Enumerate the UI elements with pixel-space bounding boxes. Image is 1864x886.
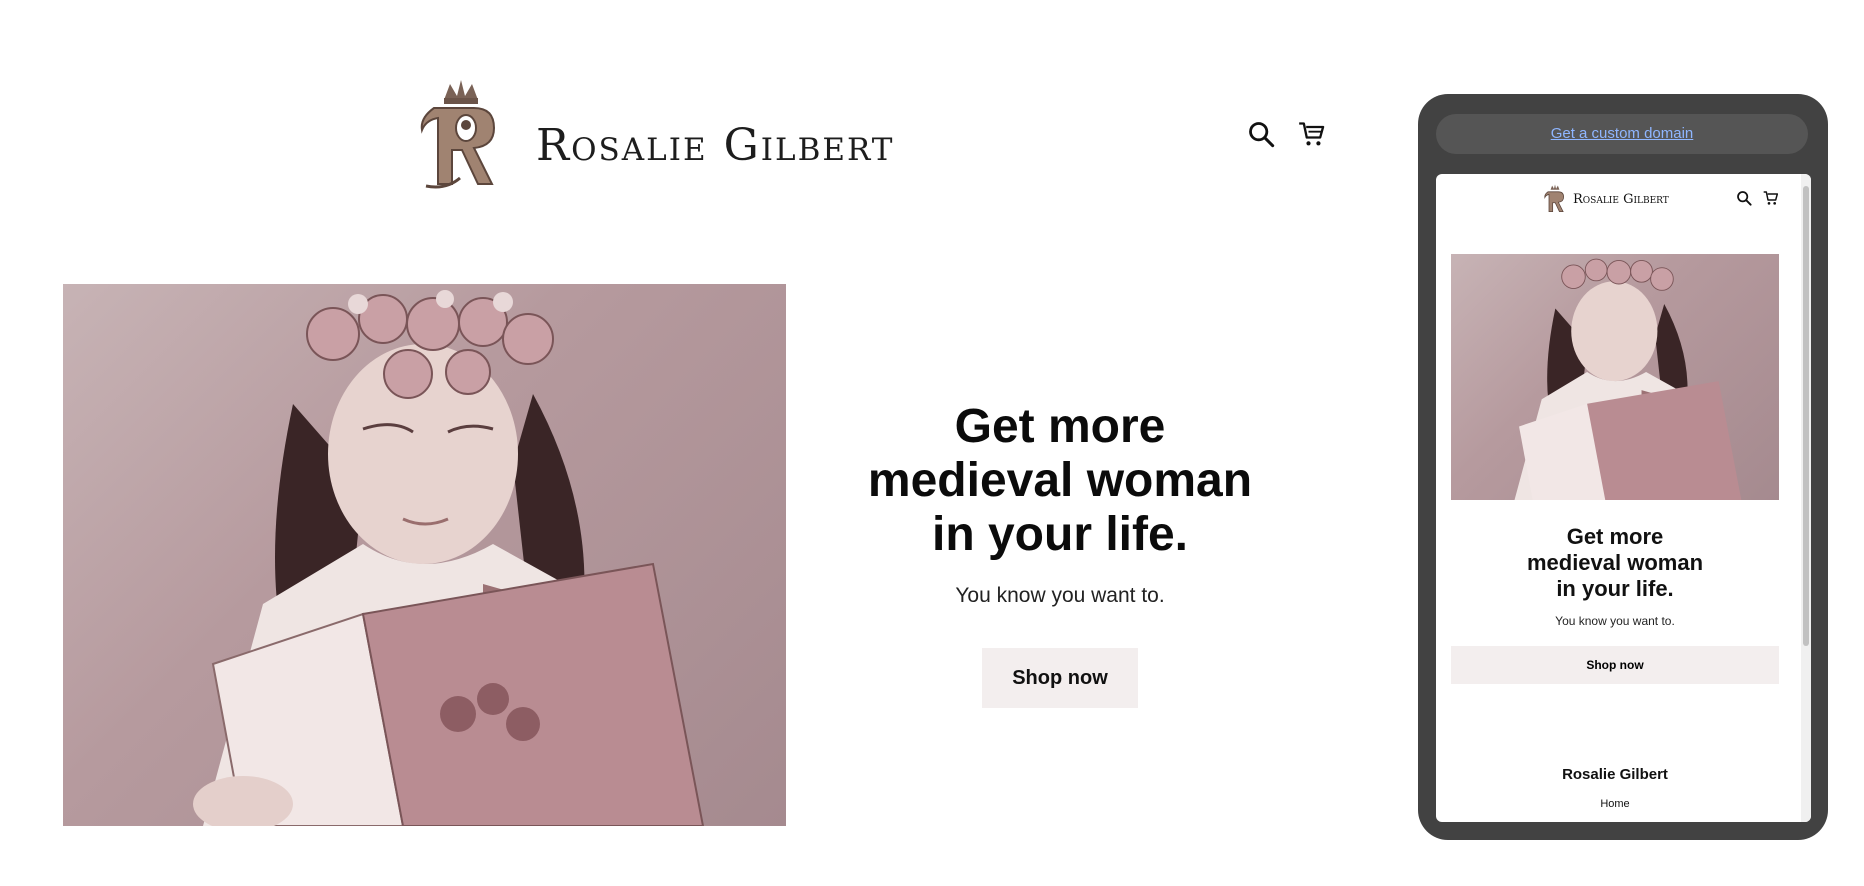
custom-domain-bar: Get a custom domain — [1436, 114, 1808, 154]
hero-title: Get more medieval woman in your life. — [860, 400, 1260, 562]
desktop-preview: Rosalie Gilbert Get more medieval woman … — [0, 0, 1400, 886]
mobile-preview-frame: Get a custom domain Rosalie Gilbert Get … — [1418, 94, 1828, 840]
mobile-footer-brand: Rosalie Gilbert — [1562, 766, 1668, 783]
mobile-scrollbar[interactable] — [1801, 174, 1811, 822]
shop-now-button[interactable]: Shop now — [982, 648, 1138, 708]
hero-title-line: in your life. — [931, 508, 1189, 561]
mobile-screen[interactable]: Rosalie Gilbert Get more medieval woman … — [1436, 174, 1811, 822]
hero-subtitle: You know you want to. — [955, 584, 1165, 607]
scrollbar-thumb[interactable] — [1803, 186, 1809, 646]
hero-image — [63, 284, 786, 826]
site-header: Rosalie Gilbert — [0, 70, 1400, 200]
cart-icon[interactable] — [1298, 120, 1326, 148]
search-icon[interactable] — [1736, 190, 1752, 206]
mobile-footer-home-link[interactable]: Home — [1451, 798, 1779, 810]
hero-photo-illustration — [1514, 258, 1742, 500]
site-logo[interactable]: Rosalie Gilbert — [416, 78, 894, 193]
logo-wordmark: Rosalie Gilbert — [536, 120, 895, 171]
mobile-logo-wordmark: Rosalie Gilbert — [1573, 191, 1669, 207]
search-icon[interactable] — [1247, 120, 1275, 148]
mobile-hero-title-line: Get more — [1566, 524, 1664, 549]
r-monogram-icon — [420, 80, 496, 189]
custom-domain-link[interactable]: Get a custom domain — [1551, 125, 1694, 142]
hero-photo-illustration — [193, 290, 705, 826]
r-monogram-icon — [1544, 184, 1565, 213]
mobile-hero-title-line: in your life. — [1556, 576, 1674, 601]
hero-title-line: Get more — [954, 400, 1166, 453]
mobile-hero-image — [1451, 254, 1779, 500]
mobile-shop-now-button[interactable]: Shop now — [1451, 646, 1779, 684]
mobile-hero-text: Get more medieval woman in your life. Yo… — [1451, 524, 1779, 684]
cart-icon[interactable] — [1763, 190, 1779, 206]
hero-title-line: medieval woman — [867, 454, 1253, 507]
mobile-hero-subtitle: You know you want to. — [1555, 614, 1675, 628]
mobile-hero-title: Get more medieval woman in your life. — [1451, 524, 1779, 602]
mobile-hero-title-line: medieval woman — [1526, 550, 1704, 575]
hero-text-block: Get more medieval woman in your life. Yo… — [860, 400, 1260, 708]
mobile-site-logo[interactable]: Rosalie Gilbert — [1543, 184, 1669, 214]
